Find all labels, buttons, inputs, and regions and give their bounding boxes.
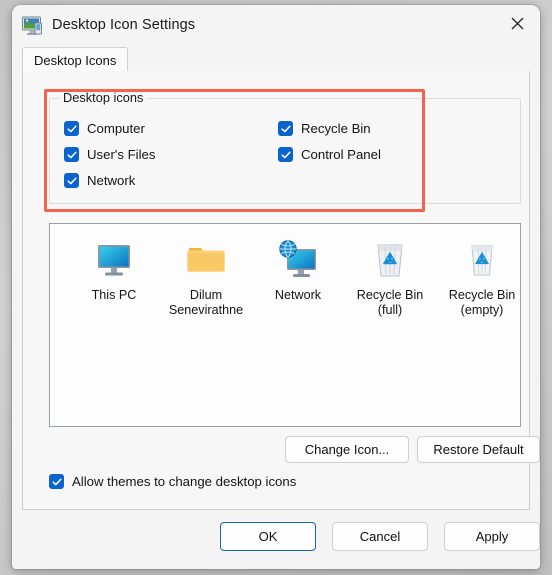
tab-page-desktop-icons: Desktop icons Computer User's Files Netw… bbox=[22, 71, 540, 510]
window-title: Desktop Icon Settings bbox=[52, 17, 196, 33]
tab-desktop-icons[interactable]: Desktop Icons bbox=[22, 47, 129, 72]
desktop-backdrop: Desktop Icon Settings Desktop Icons Desk… bbox=[0, 0, 552, 575]
checkbox-allow-themes[interactable]: Allow themes to change desktop icons bbox=[49, 474, 296, 489]
check-icon bbox=[64, 147, 79, 162]
checkbox-label: Computer bbox=[87, 121, 145, 136]
ok-button[interactable]: OK bbox=[220, 522, 316, 551]
preview-item-network[interactable]: Network bbox=[252, 236, 344, 303]
network-globe-monitor-icon bbox=[274, 236, 322, 284]
group-legend: Desktop icons bbox=[59, 90, 148, 105]
checkbox-label: Network bbox=[87, 173, 136, 188]
preview-item-user-folder[interactable]: Dilum Senevirathne bbox=[160, 236, 252, 318]
checkbox-computer[interactable]: Computer bbox=[64, 121, 145, 136]
apply-button[interactable]: Apply bbox=[444, 522, 540, 551]
desktop-icon-settings-dialog: Desktop Icon Settings Desktop Icons Desk… bbox=[12, 5, 540, 569]
allow-themes-label: Allow themes to change desktop icons bbox=[72, 474, 297, 489]
title-bar: Desktop Icon Settings bbox=[12, 5, 540, 47]
cancel-label: Cancel bbox=[359, 529, 401, 544]
recycle-bin-full-icon bbox=[366, 236, 414, 284]
change-icon-button[interactable]: Change Icon... bbox=[285, 436, 409, 463]
monitor-icon bbox=[90, 236, 138, 284]
check-icon bbox=[49, 474, 64, 489]
recycle-bin-empty-icon bbox=[458, 236, 506, 284]
check-icon bbox=[64, 173, 79, 188]
preview-item-caption: This PC bbox=[91, 288, 137, 302]
check-icon bbox=[278, 121, 293, 136]
restore-default-button[interactable]: Restore Default bbox=[417, 436, 540, 463]
checkbox-recycle-bin[interactable]: Recycle Bin bbox=[278, 121, 371, 136]
tab-strip: Desktop Icons bbox=[22, 47, 530, 72]
monitor-icon bbox=[21, 15, 43, 37]
preview-item-caption: Network bbox=[274, 288, 322, 302]
close-icon[interactable] bbox=[494, 5, 540, 42]
cancel-button[interactable]: Cancel bbox=[332, 522, 428, 551]
checkbox-label: Recycle Bin bbox=[301, 121, 371, 136]
check-icon bbox=[278, 147, 293, 162]
preview-item-recycle-bin-empty[interactable]: Recycle Bin (empty) bbox=[436, 236, 528, 318]
check-icon bbox=[64, 121, 79, 136]
change-icon-label: Change Icon... bbox=[304, 442, 390, 457]
preview-item-this-pc[interactable]: This PC bbox=[68, 236, 160, 303]
ok-label: OK bbox=[258, 529, 278, 544]
restore-default-label: Restore Default bbox=[433, 442, 524, 457]
tab-label: Desktop Icons bbox=[34, 52, 117, 68]
preview-item-recycle-bin-full[interactable]: Recycle Bin (full) bbox=[344, 236, 436, 318]
preview-item-caption: Dilum Senevirathne bbox=[168, 288, 244, 317]
icon-preview-list[interactable]: This PC Dilum Senevirathne Network Recyc… bbox=[49, 223, 521, 427]
preview-item-caption: Recycle Bin (empty) bbox=[448, 288, 516, 317]
apply-label: Apply bbox=[475, 529, 509, 544]
desktop-icons-group: Desktop icons Computer User's Files Netw… bbox=[49, 90, 521, 204]
preview-item-caption: Recycle Bin (full) bbox=[356, 288, 424, 317]
checkbox-label: User's Files bbox=[87, 147, 156, 162]
checkbox-label: Control Panel bbox=[301, 147, 381, 162]
checkbox-users-files[interactable]: User's Files bbox=[64, 147, 155, 162]
folder-icon bbox=[182, 236, 230, 284]
checkbox-control-panel[interactable]: Control Panel bbox=[278, 147, 381, 162]
checkbox-network[interactable]: Network bbox=[64, 173, 135, 188]
